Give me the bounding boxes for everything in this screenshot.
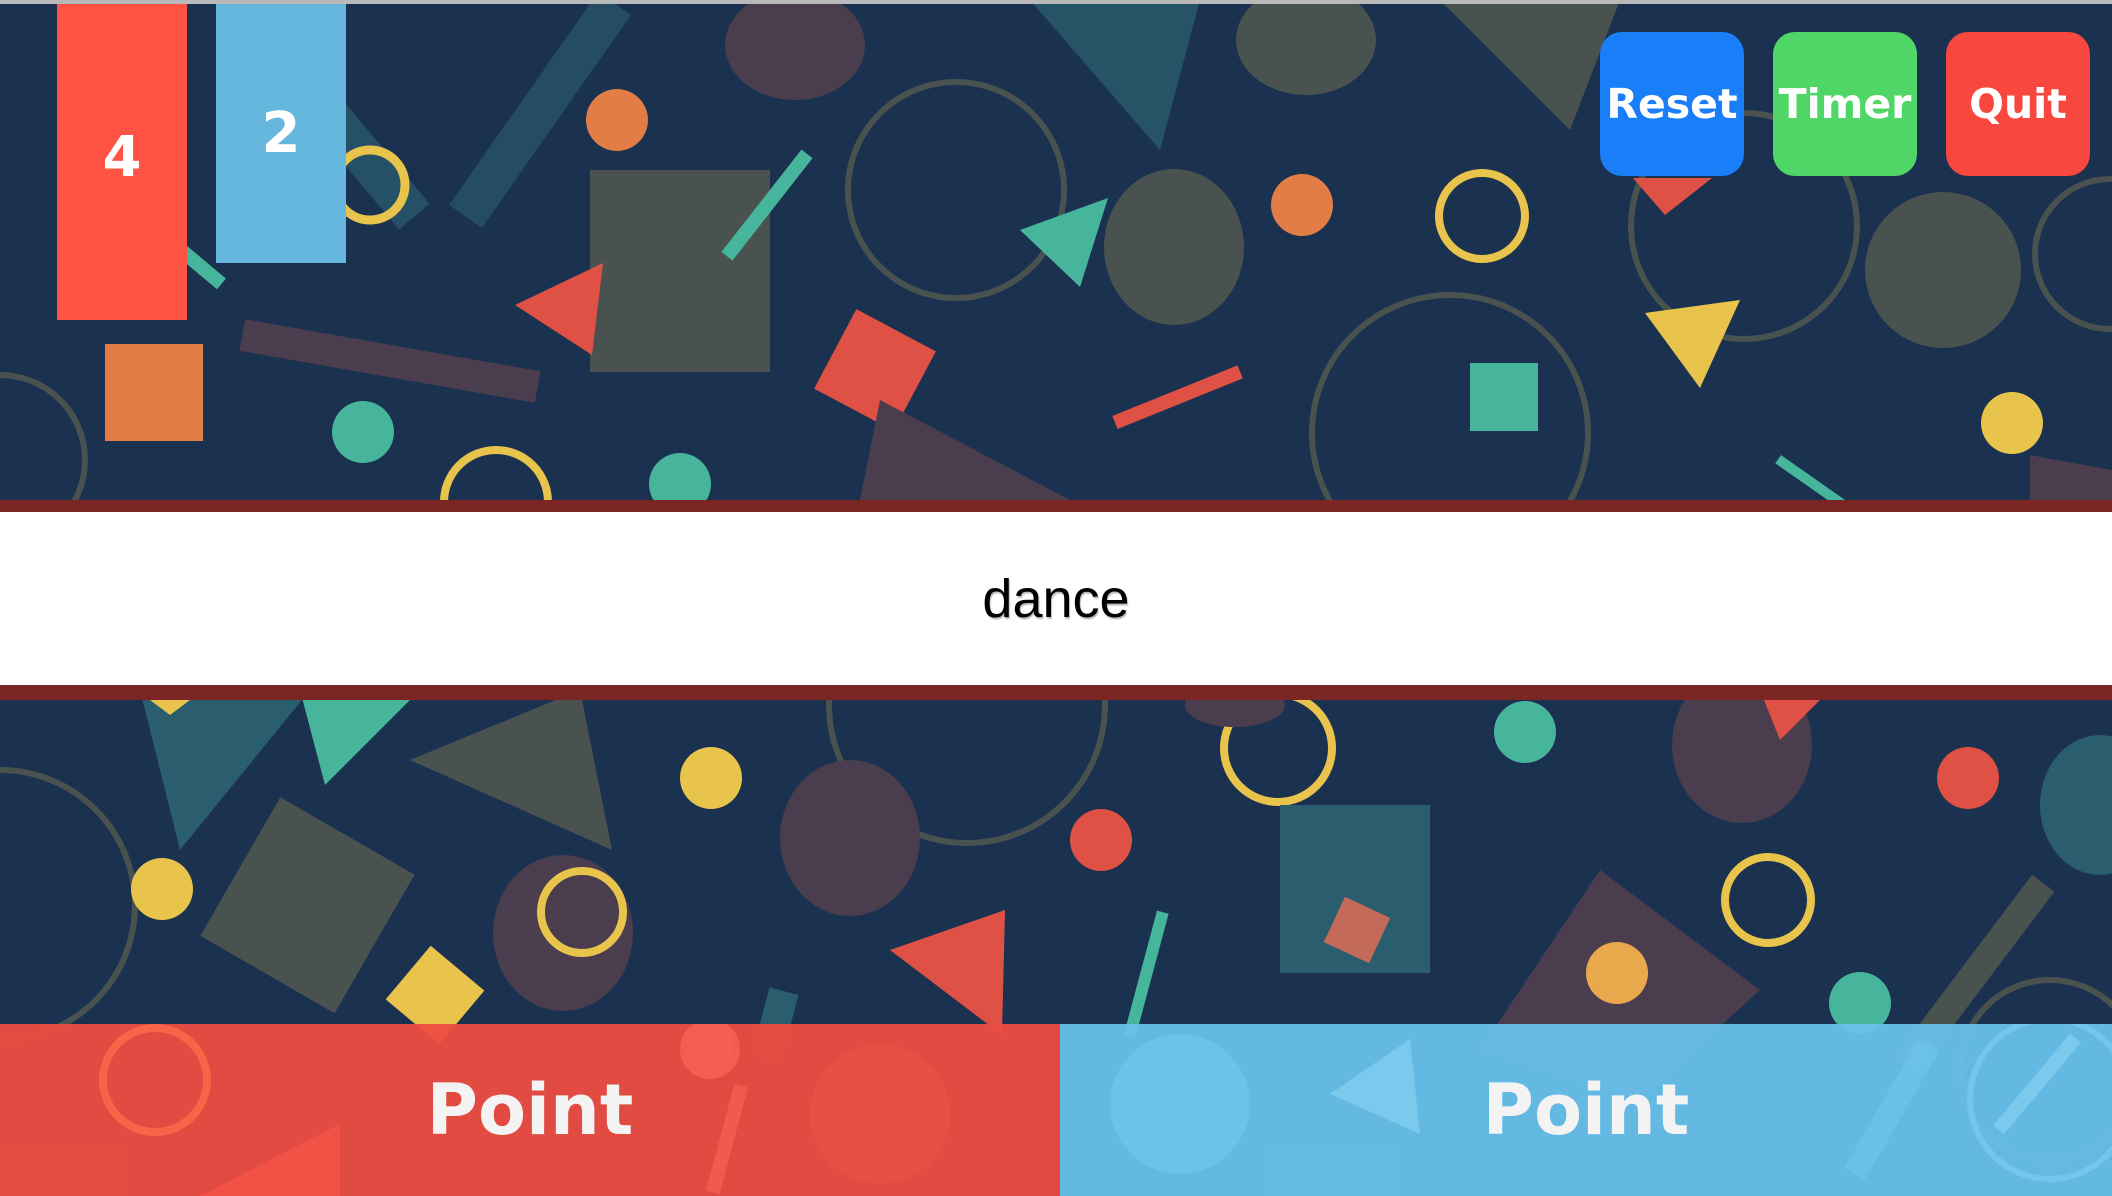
red-team-point-button[interactable]: Point <box>0 1024 1060 1196</box>
timer-button[interactable]: Timer <box>1773 32 1917 176</box>
red-team-score-bar: 4 <box>57 4 187 320</box>
red-point-label: Point <box>426 1069 634 1151</box>
current-word: dance <box>982 568 1130 629</box>
blue-point-label: Point <box>1482 1069 1690 1151</box>
red-team-score: 4 <box>102 125 142 190</box>
blue-team-score: 2 <box>261 101 301 166</box>
word-card: dance <box>0 512 2112 685</box>
word-banner: dance <box>0 500 2112 700</box>
blue-team-point-button[interactable]: Point <box>1060 1024 2112 1196</box>
reset-button[interactable]: Reset <box>1600 32 1744 176</box>
quit-button[interactable]: Quit <box>1946 32 2090 176</box>
blue-team-score-bar: 2 <box>216 4 346 263</box>
